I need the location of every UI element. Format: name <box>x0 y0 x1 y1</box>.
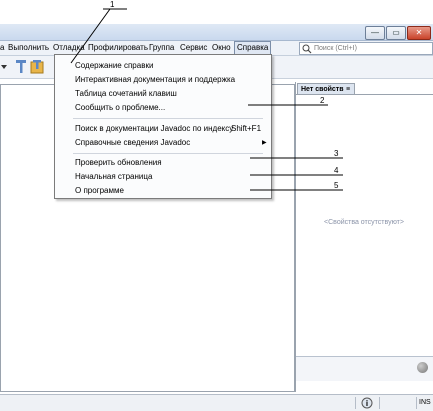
callout-2: 2 <box>320 96 325 105</box>
callout-1-leader <box>70 8 111 64</box>
callout-leader-lines <box>70 8 343 191</box>
callout-5: 5 <box>334 181 339 190</box>
callout-1: 1 <box>110 0 115 9</box>
callout-3: 3 <box>334 149 339 158</box>
callout-4: 4 <box>334 166 339 175</box>
